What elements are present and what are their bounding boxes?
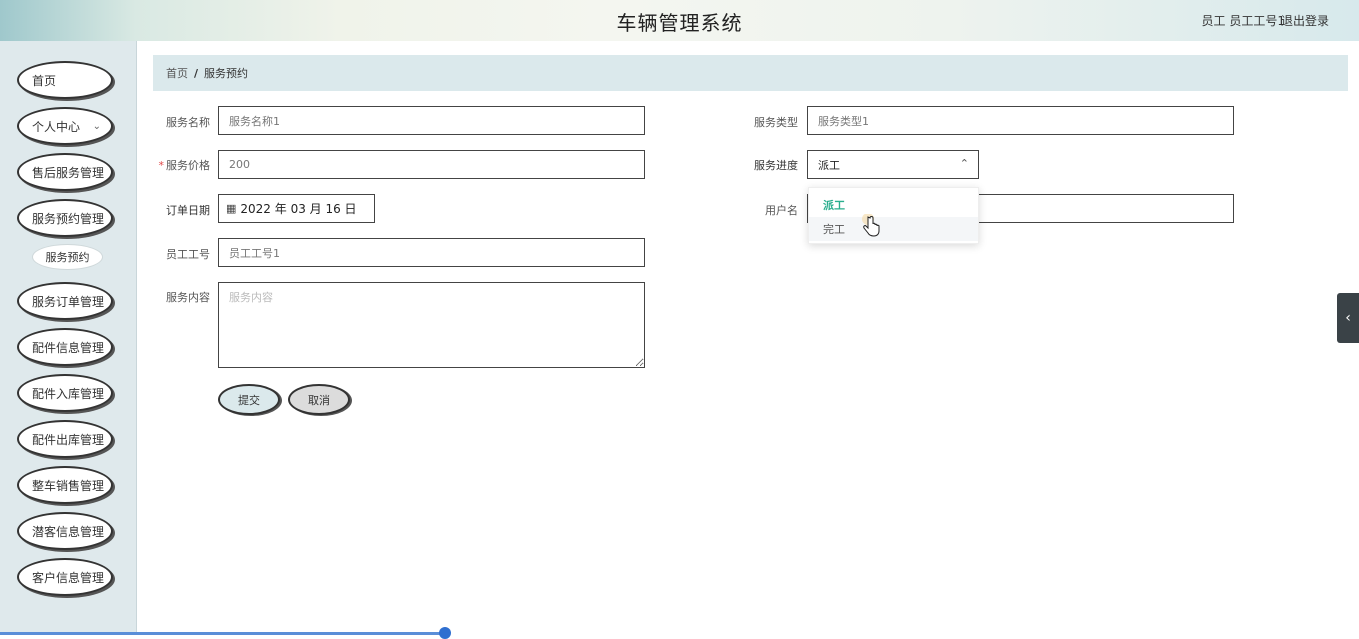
service-progress-label: 服务进度 bbox=[754, 159, 798, 172]
breadcrumb-home[interactable]: 首页 bbox=[166, 65, 188, 81]
service-price-label-text: 服务价格 bbox=[166, 159, 210, 172]
sidebar-item-parts-outbound[interactable]: 配件出库管理 bbox=[17, 420, 113, 458]
sidebar-item-vehicle-sales[interactable]: 整车销售管理 bbox=[17, 466, 113, 504]
collapse-panel-tab[interactable]: ‹ bbox=[1337, 293, 1359, 343]
sidebar-item-aftersales[interactable]: 售后服务管理 bbox=[17, 153, 113, 191]
sidebar-item-label: 配件出库管理 bbox=[32, 432, 105, 447]
logout-link[interactable]: 退出登录 bbox=[1281, 12, 1329, 29]
sidebar-item-service-orders[interactable]: 服务订单管理 bbox=[17, 282, 113, 320]
current-user: 员工 员工工号1 bbox=[1201, 14, 1285, 28]
hand-cursor-icon bbox=[862, 214, 880, 237]
sidebar-item-parts-inbound[interactable]: 配件入库管理 bbox=[17, 374, 113, 412]
service-type-field[interactable]: 服务类型1 bbox=[807, 106, 1234, 135]
service-content-label: 服务内容 bbox=[166, 291, 210, 304]
sidebar-item-label: 配件入库管理 bbox=[32, 386, 105, 401]
progress-dropdown: 派工 完工 bbox=[808, 187, 979, 244]
sidebar-subitem-service-booking[interactable]: 服务预约 bbox=[32, 244, 103, 270]
service-price-label: * 服务价格 bbox=[150, 157, 211, 173]
service-name-label: 服务名称 bbox=[166, 116, 210, 129]
chevron-down-icon: ⌄ bbox=[92, 121, 101, 132]
breadcrumb-current: 服务预约 bbox=[204, 67, 249, 80]
sidebar-item-service-booking-mgmt[interactable]: 服务预约管理 bbox=[17, 199, 113, 237]
sidebar-item-label: 配件信息管理 bbox=[32, 340, 105, 355]
breadcrumb: 首页 / 服务预约 bbox=[153, 55, 1348, 91]
order-date-label: 订单日期 bbox=[166, 204, 210, 217]
top-header: 车辆管理系统 员工 员工工号1 退出登录 bbox=[0, 0, 1359, 41]
progress-knob[interactable] bbox=[439, 627, 451, 639]
sidebar: 首页 个人中心 ⌄ 售后服务管理 服务预约管理 服务预约 服务订单管理 配件信息管… bbox=[0, 41, 137, 635]
calendar-icon: ▦ bbox=[226, 202, 237, 215]
order-date-value: 2022 年 03 月 16 日 bbox=[240, 202, 357, 216]
sidebar-item-label: 客户信息管理 bbox=[32, 570, 105, 585]
sidebar-item-label: 整车销售管理 bbox=[32, 478, 105, 493]
dropdown-option-dispatch[interactable]: 派工 bbox=[809, 193, 978, 217]
service-progress-select[interactable]: 派工 ⌃ bbox=[807, 150, 979, 179]
sidebar-item-customers[interactable]: 客户信息管理 bbox=[17, 558, 113, 596]
service-price-field[interactable]: 200 bbox=[218, 150, 645, 179]
service-progress-value: 派工 bbox=[818, 158, 840, 172]
order-date-picker[interactable]: ▦ 2022 年 03 月 16 日 bbox=[218, 194, 375, 223]
service-content-textarea[interactable] bbox=[218, 282, 645, 368]
sidebar-item-home[interactable]: 首页 bbox=[17, 61, 113, 99]
sidebar-item-label: 潜客信息管理 bbox=[32, 524, 105, 539]
sidebar-item-label: 服务订单管理 bbox=[32, 294, 105, 309]
sidebar-item-prospects[interactable]: 潜客信息管理 bbox=[17, 512, 113, 550]
required-mark: * bbox=[158, 159, 165, 172]
submit-button[interactable]: 提交 bbox=[218, 384, 280, 415]
dropdown-option-complete[interactable]: 完工 bbox=[809, 217, 978, 241]
sidebar-item-label: 售后服务管理 bbox=[32, 165, 105, 180]
username-label: 用户名 bbox=[765, 204, 798, 217]
app-title: 车辆管理系统 bbox=[616, 11, 743, 35]
staff-no-field[interactable]: 员工工号1 bbox=[218, 238, 645, 267]
chevron-up-icon: ⌃ bbox=[959, 157, 969, 170]
staff-no-label: 员工工号 bbox=[166, 248, 210, 261]
sidebar-item-parts-info[interactable]: 配件信息管理 bbox=[17, 328, 113, 366]
service-price-value: 200 bbox=[229, 158, 250, 171]
service-type-label: 服务类型 bbox=[754, 116, 798, 129]
sidebar-item-label: 个人中心 bbox=[32, 119, 81, 134]
staff-no-value: 员工工号1 bbox=[229, 246, 280, 260]
service-name-field[interactable]: 服务名称1 bbox=[218, 106, 645, 135]
cancel-button[interactable]: 取消 bbox=[288, 384, 350, 415]
sidebar-item-personal-center[interactable]: 个人中心 ⌄ bbox=[17, 107, 113, 145]
service-name-value: 服务名称1 bbox=[229, 114, 280, 128]
chevron-left-icon: ‹ bbox=[1345, 310, 1351, 326]
service-type-value: 服务类型1 bbox=[818, 114, 869, 128]
breadcrumb-separator: / bbox=[194, 66, 199, 80]
sidebar-item-label: 服务预约管理 bbox=[32, 211, 105, 226]
sidebar-item-label: 首页 bbox=[32, 73, 57, 88]
